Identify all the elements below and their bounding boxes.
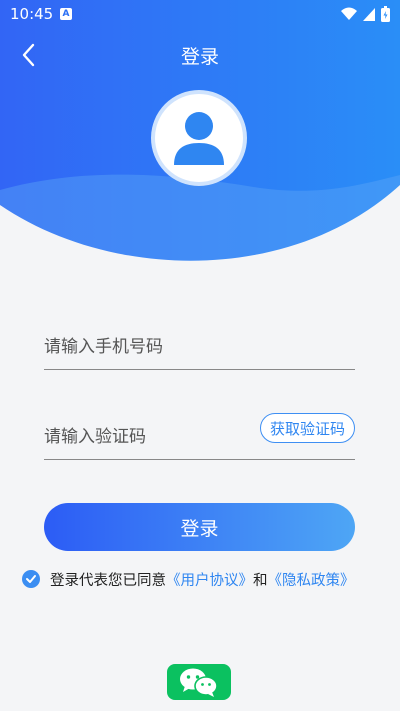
phone-field bbox=[44, 325, 355, 370]
agreement-checkbox[interactable] bbox=[22, 570, 40, 588]
signal-icon bbox=[363, 8, 375, 21]
user-agreement-link[interactable]: 《用户协议》 bbox=[166, 569, 253, 590]
status-time: 10:45 bbox=[10, 5, 54, 23]
agreement-and: 和 bbox=[253, 572, 268, 589]
wifi-icon bbox=[341, 7, 357, 20]
get-code-button[interactable]: 获取验证码 bbox=[259, 413, 355, 443]
notification-icon: A bbox=[60, 8, 72, 20]
user-icon bbox=[174, 112, 224, 165]
code-field: 获取验证码 bbox=[44, 413, 355, 460]
login-button[interactable]: 登录 bbox=[44, 503, 355, 551]
checkmark-icon bbox=[26, 575, 36, 583]
wechat-icon bbox=[180, 668, 218, 697]
battery-icon bbox=[381, 6, 390, 22]
page-title: 登录 bbox=[180, 46, 219, 68]
agreement-text: 登录代表您已同意 bbox=[50, 572, 166, 589]
status-bar: 10:45 A bbox=[0, 0, 400, 30]
code-input[interactable] bbox=[44, 425, 244, 449]
privacy-policy-link[interactable]: 《隐私政策》 bbox=[268, 569, 355, 590]
status-icons bbox=[341, 6, 390, 22]
agreement-row: 登录代表您已同意 《用户协议》 和 《隐私政策》 bbox=[22, 568, 355, 590]
phone-input[interactable] bbox=[44, 335, 244, 359]
avatar[interactable] bbox=[151, 90, 247, 186]
wechat-login-button[interactable] bbox=[167, 664, 231, 700]
